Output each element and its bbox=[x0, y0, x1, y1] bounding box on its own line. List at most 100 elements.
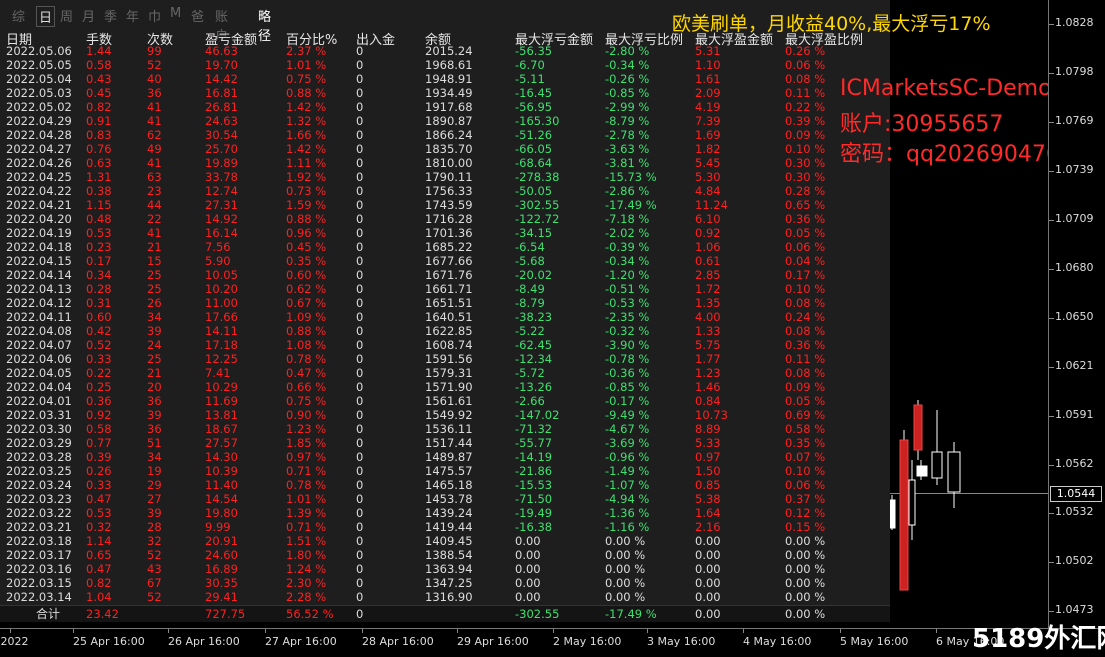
table-cell: -302.55 bbox=[515, 198, 560, 212]
table-cell: 39 bbox=[147, 506, 162, 520]
total-max-drawdown: -302.55 bbox=[515, 607, 560, 621]
table-cell: 1.09 % bbox=[286, 310, 327, 324]
table-cell: 2022.03.16 bbox=[6, 562, 72, 576]
table-cell: 5.30 bbox=[695, 170, 721, 184]
table-cell: -14.19 bbox=[515, 450, 553, 464]
toolbar-tab[interactable]: M bbox=[170, 6, 181, 21]
time-tick-label: 3 May 16:00 bbox=[647, 635, 716, 648]
table-cell: 0 bbox=[356, 212, 364, 226]
table-cell: 29 bbox=[147, 478, 162, 492]
table-cell: 0 bbox=[356, 534, 364, 548]
table-cell: -0.34 % bbox=[605, 254, 650, 268]
table-cell: -15.73 % bbox=[605, 170, 657, 184]
table-cell: 1743.59 bbox=[425, 198, 473, 212]
table-cell: -0.96 % bbox=[605, 450, 650, 464]
table-cell: 1917.68 bbox=[425, 100, 473, 114]
table-cell: 1.50 bbox=[695, 464, 721, 478]
table-cell: 0.12 % bbox=[785, 506, 826, 520]
table-cell: 19.89 bbox=[205, 156, 238, 170]
table-cell: 36 bbox=[147, 394, 162, 408]
toolbar-tab[interactable]: 周 bbox=[60, 6, 73, 25]
table-cell: 1439.24 bbox=[425, 506, 473, 520]
table-cell: -9.49 % bbox=[605, 408, 650, 422]
price-tick-mark bbox=[1049, 562, 1054, 563]
price-tick-label: 1.0591 bbox=[1055, 408, 1094, 421]
overlay-title: 欧美刷单，月收益40%,最大浮亏17% bbox=[672, 13, 991, 35]
table-cell: 1.06 bbox=[695, 240, 721, 254]
table-cell: 0.00 % bbox=[605, 534, 646, 548]
table-cell: 24.63 bbox=[205, 114, 238, 128]
table-cell: 1536.11 bbox=[425, 422, 473, 436]
table-cell: 0.00 % bbox=[785, 562, 826, 576]
table-cell: -51.26 bbox=[515, 128, 553, 142]
toolbar-tab[interactable]: 季 bbox=[104, 6, 117, 25]
table-cell: 1.66 % bbox=[286, 128, 327, 142]
table-cell: 0.00 bbox=[515, 590, 541, 604]
table-cell: 0.00 % bbox=[785, 534, 826, 548]
table-cell: 0 bbox=[356, 128, 364, 142]
table-cell: 6.10 bbox=[695, 212, 721, 226]
table-cell: 0.05 % bbox=[785, 394, 826, 408]
table-row: 2022.04.20 0.48 22 14.92 0.88 % 0 1716.28 -122.… bbox=[0, 212, 890, 226]
price-axis[interactable]: 1.0828 1.0798 1.0769 1.0739 1.0709 1.0680 1.06… bbox=[1048, 0, 1105, 628]
table-cell: 0.43 bbox=[86, 72, 112, 86]
table-cell: 0.53 bbox=[86, 506, 112, 520]
table-cell: 1790.11 bbox=[425, 170, 473, 184]
table-cell: 1453.78 bbox=[425, 492, 473, 506]
table-cell: -1.36 % bbox=[605, 506, 650, 520]
table-cell: 22 bbox=[147, 212, 162, 226]
table-cell: 28 bbox=[147, 520, 162, 534]
candle-body bbox=[899, 439, 909, 591]
toolbar-tab[interactable]: 巾 bbox=[148, 6, 161, 25]
table-cell: -8.79 bbox=[515, 296, 545, 310]
table-cell: 0 bbox=[356, 492, 364, 506]
table-cell: 4.00 bbox=[695, 310, 721, 324]
toolbar-tab[interactable]: 综 bbox=[12, 6, 25, 25]
table-cell: 0.48 bbox=[86, 212, 112, 226]
table-cell: 2022.03.30 bbox=[6, 422, 72, 436]
table-cell: 5.31 bbox=[695, 44, 721, 58]
table-cell: 0 bbox=[356, 562, 364, 576]
toolbar-tab[interactable]: 年 bbox=[126, 6, 139, 25]
toolbar-tab[interactable]: 日 bbox=[36, 6, 56, 27]
table-cell: 0 bbox=[356, 352, 364, 366]
table-cell: 36 bbox=[147, 86, 162, 100]
toolbar-tab[interactable]: 略径 bbox=[258, 6, 271, 44]
table-cell: 0.00 % bbox=[605, 590, 646, 604]
report-panel: 综日周月季年巾 M 爸账户 略径 日期 手数 次数 盈亏金额 百分比% 出入金 余额 最大浮亏金额最… bbox=[0, 0, 890, 622]
table-cell: 1.01 % bbox=[286, 58, 327, 72]
table-row: 2022.04.01 0.36 36 11.69 0.75 % 0 1561.61 -2.66… bbox=[0, 394, 890, 408]
table-cell: 0.58 % bbox=[785, 422, 826, 436]
table-cell: 2022.05.03 bbox=[6, 86, 72, 100]
table-cell: -278.38 bbox=[515, 170, 560, 184]
table-cell: 0.23 bbox=[86, 240, 112, 254]
table-cell: 0.15 % bbox=[785, 520, 826, 534]
table-cell: 11.00 bbox=[205, 296, 238, 310]
table-cell: 0 bbox=[356, 296, 364, 310]
table-cell: 0.66 % bbox=[286, 380, 327, 394]
time-axis[interactable]: Apr 2022 25 Apr 16:00 26 Apr 16:00 27 Apr 1… bbox=[0, 628, 1105, 657]
table-cell: 0.30 % bbox=[785, 156, 826, 170]
table-cell: -21.86 bbox=[515, 464, 553, 478]
toolbar-tab[interactable]: 爸 bbox=[191, 6, 204, 25]
table-cell: 2022.04.15 bbox=[6, 254, 72, 268]
table-cell: 25 bbox=[147, 268, 162, 282]
table-cell: 0.84 bbox=[695, 394, 721, 408]
table-cell: 1409.45 bbox=[425, 534, 473, 548]
table-cell: -20.02 bbox=[515, 268, 553, 282]
table-cell: 0 bbox=[356, 282, 364, 296]
table-cell: 0.00 bbox=[515, 576, 541, 590]
table-cell: 2015.24 bbox=[425, 44, 473, 58]
table-cell: 0.82 bbox=[86, 100, 112, 114]
table-cell: -5.22 bbox=[515, 324, 545, 338]
table-cell: 2022.03.15 bbox=[6, 576, 72, 590]
toolbar-tab[interactable]: 月 bbox=[82, 6, 95, 25]
table-row: 2022.04.19 0.53 41 16.14 0.96 % 0 1701.36 -34.1… bbox=[0, 226, 890, 240]
total-deposit: 0 bbox=[356, 607, 364, 621]
table-cell: 0.26 bbox=[86, 464, 112, 478]
table-cell: 52 bbox=[147, 548, 162, 562]
table-cell: 2022.03.25 bbox=[6, 464, 72, 478]
table-row: 2022.03.22 0.53 39 19.80 1.39 % 0 1439.24 -19.4… bbox=[0, 506, 890, 520]
table-cell: -50.05 bbox=[515, 184, 553, 198]
table-cell: 1671.76 bbox=[425, 268, 473, 282]
